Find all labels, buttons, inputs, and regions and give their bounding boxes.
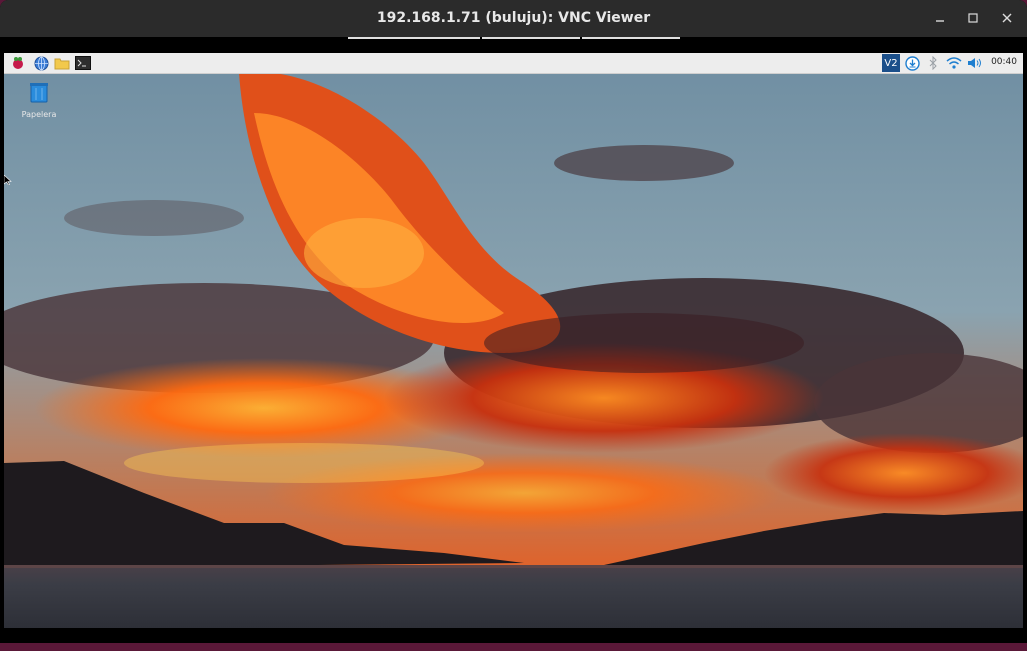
remote-desktop[interactable]: V2 00:40 Papelera — [4, 53, 1023, 628]
wifi-icon[interactable] — [946, 55, 962, 71]
toolbar-hover-indicator — [482, 37, 580, 39]
toolbar-hover-indicator — [582, 37, 680, 39]
toolbar-hover-indicator — [348, 37, 480, 39]
vnc-bottom-border — [0, 628, 1027, 643]
minimize-icon — [936, 20, 944, 22]
panel-clock: 00:40 — [991, 57, 1017, 67]
file-manager-icon[interactable] — [54, 55, 70, 71]
raspberry-menu-icon[interactable] — [10, 55, 26, 71]
close-icon — [1002, 13, 1012, 23]
volume-icon[interactable] — [967, 55, 983, 71]
mouse-cursor-icon — [4, 175, 12, 185]
desktop-background-edge — [0, 643, 1027, 651]
desktop-wallpaper — [4, 53, 1023, 628]
vnc-viewer-window: 192.168.1.71 (buluju): VNC Viewer V2 00:… — [0, 0, 1027, 651]
title-bar[interactable]: 192.168.1.71 (buluju): VNC Viewer — [0, 0, 1027, 38]
desktop-icon-label: Papelera — [21, 110, 57, 119]
top-panel: V2 00:40 — [4, 53, 1023, 74]
vnc-server-icon[interactable]: V2 — [882, 54, 900, 72]
web-browser-icon[interactable] — [33, 55, 49, 71]
vnc-label: V2 — [884, 57, 898, 69]
maximize-button[interactable] — [959, 6, 987, 30]
close-button[interactable] — [993, 6, 1021, 30]
vnc-toolbar-hover-strip[interactable] — [0, 37, 1027, 53]
maximize-icon — [968, 13, 978, 23]
bluetooth-icon[interactable] — [925, 55, 941, 71]
window-title: 192.168.1.71 (buluju): VNC Viewer — [376, 10, 651, 26]
terminal-icon[interactable] — [75, 55, 91, 71]
trash-icon — [30, 83, 48, 103]
update-icon[interactable] — [904, 55, 920, 71]
desktop-icon-trash[interactable]: Papelera — [18, 80, 60, 119]
minimize-button[interactable] — [926, 6, 954, 30]
